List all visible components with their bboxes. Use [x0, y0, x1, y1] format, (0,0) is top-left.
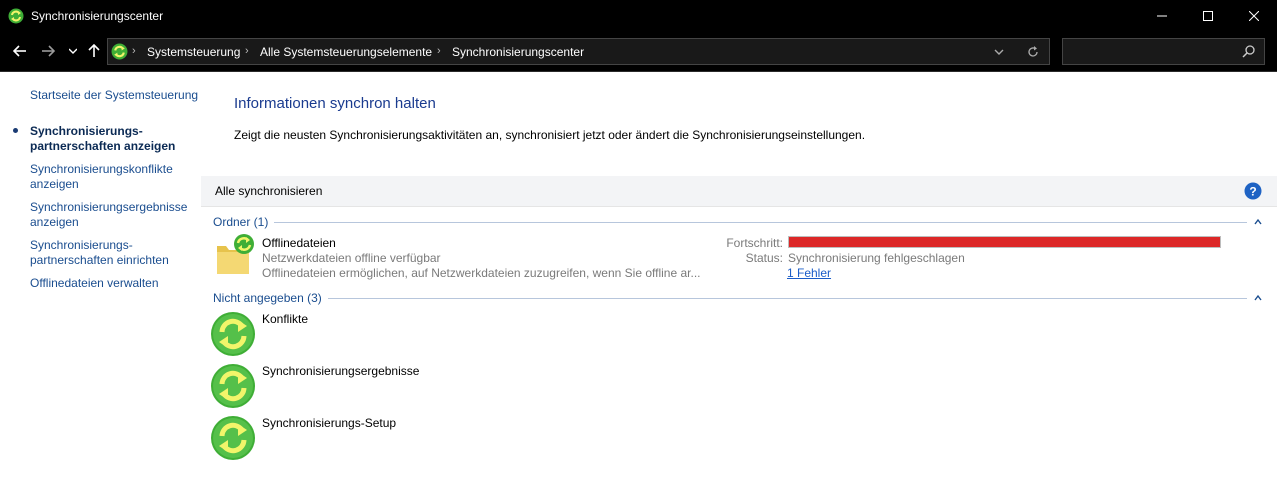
maximize-icon [1203, 10, 1213, 21]
chevron-up-icon[interactable] [1253, 217, 1263, 227]
breadcrumb-separator-icon[interactable]: › [245, 45, 249, 57]
maximize-button[interactable] [1185, 0, 1231, 31]
group-header-label: Nicht angegeben (3) [213, 291, 322, 305]
item-description: Offlinedateien ermöglichen, auf Netzwerk… [262, 266, 701, 280]
item-name-setup[interactable]: Synchronisierungs-Setup [262, 416, 396, 430]
breadcrumb-separator-icon[interactable]: › [437, 45, 441, 57]
progress-label: Fortschritt: [726, 236, 783, 250]
sync-icon [211, 364, 255, 408]
recent-locations-button[interactable] [66, 41, 80, 61]
svg-text:?: ? [1249, 185, 1256, 199]
arrow-right-icon [42, 45, 55, 57]
main-content: Informationen synchron halten Zeigt die … [201, 72, 1277, 486]
sidebar-item-partnerschaften-einrichten[interactable]: Synchronisierungs-partnerschaften einric… [30, 238, 200, 268]
help-icon[interactable]: ? [1244, 182, 1262, 200]
active-bullet-icon [13, 128, 18, 133]
sidebar-item-ergebnisse-anzeigen[interactable]: Synchronisierungsergebnisse anzeigen [30, 200, 200, 230]
back-button[interactable] [10, 41, 30, 61]
progress-fill [789, 237, 1220, 247]
group-header-nicht-angegeben[interactable]: Nicht angegeben (3) [213, 291, 1263, 305]
sync-icon [211, 312, 255, 356]
group-header-ordner[interactable]: Ordner (1) [213, 215, 1263, 229]
error-link[interactable]: 1 Fehler [787, 266, 831, 280]
status-label: Status: [745, 251, 783, 265]
sidebar-item-konflikte-anzeigen[interactable]: Synchronisierungskonflikte anzeigen [30, 162, 200, 192]
progress-bar [788, 236, 1221, 248]
group-divider [327, 297, 1247, 299]
item-name-konflikte[interactable]: Konflikte [262, 312, 308, 326]
item-subtitle: Netzwerkdateien offline verfügbar [262, 251, 441, 265]
minimize-icon [1157, 15, 1167, 16]
title-bar: Synchronisierungscenter [0, 0, 1277, 31]
chevron-down-icon[interactable] [992, 45, 1006, 59]
search-box[interactable] [1062, 38, 1265, 65]
item-name-offlinedateien[interactable]: Offlinedateien [262, 236, 336, 250]
sync-center-icon [8, 8, 24, 24]
address-bar[interactable]: › Systemsteuerung › Alle Systemsteuerung… [107, 38, 1050, 65]
sidebar-item-offlinedateien-verwalten[interactable]: Offlinedateien verwalten [30, 276, 200, 291]
page-description: Zeigt die neusten Synchronisierungsaktiv… [234, 128, 866, 142]
search-icon [1242, 45, 1255, 58]
breadcrumb-systemsteuerung[interactable]: Systemsteuerung [147, 45, 240, 59]
status-value: Synchronisierung fehlgeschlagen [788, 251, 965, 265]
chevron-up-icon[interactable] [1253, 293, 1263, 303]
sync-center-icon [111, 43, 128, 60]
breadcrumb-synchronisierungscenter[interactable]: Synchronisierungscenter [452, 45, 584, 59]
folder-sync-icon [217, 234, 254, 274]
close-button[interactable] [1231, 0, 1277, 31]
sync-icon [211, 416, 255, 460]
chevron-down-icon [69, 48, 77, 54]
close-icon [1249, 10, 1259, 21]
up-button[interactable] [84, 41, 104, 61]
group-divider [274, 221, 1247, 223]
sidebar-item-startseite[interactable]: Startseite der Systemsteuerung [30, 88, 200, 103]
arrow-up-icon [88, 44, 100, 57]
sync-all-button[interactable]: Alle synchronisieren [215, 184, 322, 198]
page-title: Informationen synchron halten [234, 95, 436, 112]
breadcrumb-alle-elemente[interactable]: Alle Systemsteuerungselemente [260, 45, 432, 59]
arrow-left-icon [13, 45, 26, 57]
navigation-bar: › Systemsteuerung › Alle Systemsteuerung… [0, 31, 1277, 72]
sidebar: Startseite der Systemsteuerung Synchroni… [0, 72, 201, 486]
group-header-label: Ordner (1) [213, 215, 269, 229]
minimize-button[interactable] [1139, 0, 1185, 31]
window-title: Synchronisierungscenter [31, 9, 164, 23]
sidebar-item-partnerschaften-anzeigen[interactable]: Synchronisierungs-partnerschaften anzeig… [30, 124, 200, 154]
toolbar: Alle synchronisieren ? [201, 176, 1277, 207]
refresh-icon[interactable] [1025, 44, 1041, 60]
breadcrumb-separator-icon[interactable]: › [132, 45, 136, 57]
forward-button[interactable] [38, 41, 58, 61]
item-name-ergebnisse[interactable]: Synchronisierungsergebnisse [262, 364, 419, 378]
